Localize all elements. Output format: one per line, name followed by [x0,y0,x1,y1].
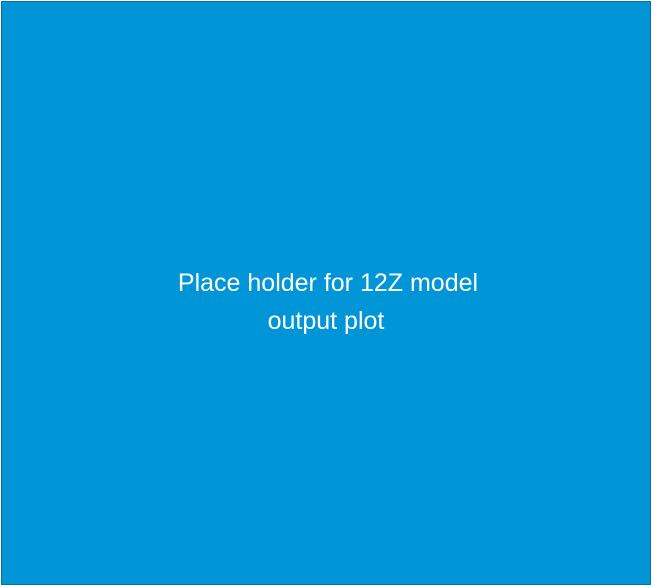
placeholder-message: Place holder for 12Z model output plot [2,264,650,340]
placeholder-line-1: Place holder for 12Z model [177,269,479,297]
plot-placeholder-panel: Place holder for 12Z model output plot [1,1,651,585]
placeholder-line-2: output plot [267,307,385,335]
